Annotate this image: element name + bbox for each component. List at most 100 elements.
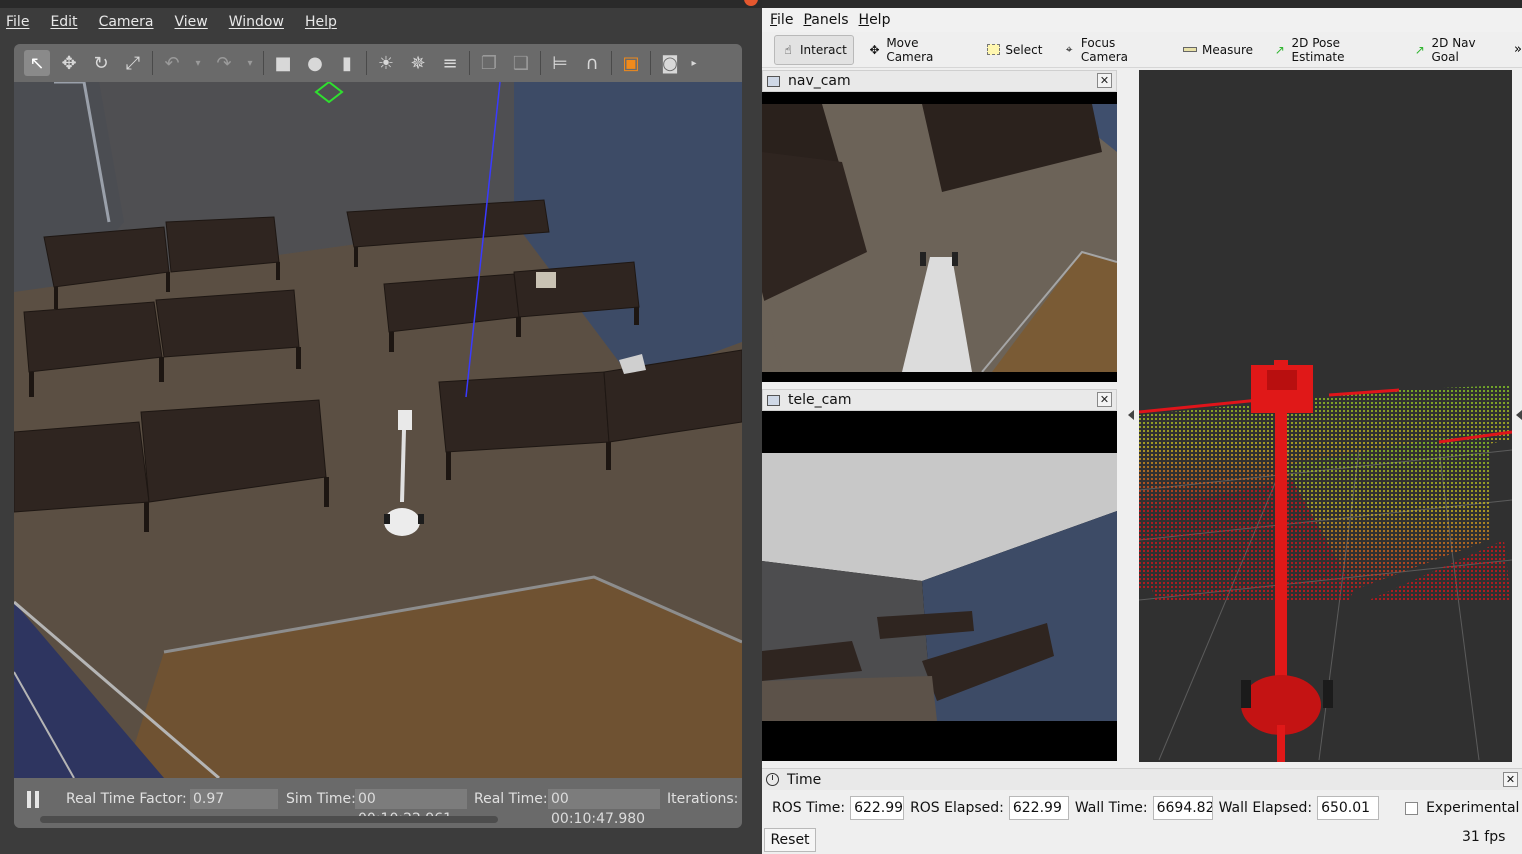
- close-icon[interactable]: ✕: [1097, 392, 1112, 407]
- menu-camera[interactable]: Camera: [99, 14, 154, 30]
- wall-time-label: Wall Time:: [1074, 800, 1148, 816]
- menu-edit[interactable]: Edit: [50, 14, 77, 30]
- tool-select[interactable]: Select: [980, 35, 1048, 65]
- hand-icon: ☝: [784, 42, 792, 57]
- ros-elapsed-label: ROS Elapsed:: [910, 800, 1004, 816]
- wall-elapsed-field[interactable]: 650.01: [1317, 796, 1380, 820]
- paste-icon[interactable]: ❑: [508, 50, 534, 76]
- pose-arrow-icon: ↗: [1274, 42, 1285, 57]
- menu-help[interactable]: Help: [305, 14, 337, 30]
- tool-move-camera[interactable]: ✥ Move Camera: [862, 35, 973, 65]
- tool-label: Interact: [800, 42, 847, 57]
- real-time-factor-value: 0.97: [190, 789, 278, 809]
- time-panel-title: Time: [787, 771, 822, 788]
- rviz-window: File Panels Help ☝ Interact ✥ Move Camer…: [762, 0, 1522, 854]
- rviz-title-strip: [762, 0, 1522, 8]
- horizontal-scrollbar[interactable]: [40, 816, 498, 823]
- pointcloud-render: [1139, 360, 1512, 762]
- nav-goal-icon: ↗: [1414, 42, 1425, 57]
- tele-cam-panel-header: tele_cam ✕: [762, 389, 1117, 411]
- scale-mode-icon[interactable]: ⤢: [120, 50, 146, 76]
- fps-readout: 31 fps: [1462, 829, 1506, 845]
- image-icon: [767, 394, 780, 406]
- nav-cam-image: [762, 92, 1117, 382]
- ros-elapsed-field[interactable]: 622.99: [1008, 796, 1069, 820]
- toolbar-divider: [263, 51, 264, 75]
- gazebo-menubar: File Edit Camera View Window Help: [0, 8, 762, 36]
- experimental-toggle[interactable]: Experimental: [1405, 800, 1519, 816]
- redo-icon[interactable]: ↷: [211, 50, 237, 76]
- gazebo-3d-viewport[interactable]: [14, 80, 742, 780]
- menu-file[interactable]: File: [6, 14, 29, 30]
- box-shape-icon[interactable]: ■: [270, 50, 296, 76]
- menu-view[interactable]: View: [175, 14, 208, 30]
- toolbar-more-button[interactable]: »: [1514, 42, 1522, 57]
- spot-light-icon[interactable]: ✵: [405, 50, 431, 76]
- tool-measure[interactable]: Measure: [1177, 35, 1259, 65]
- focus-camera-icon: ⌖: [1065, 42, 1073, 56]
- tool-interact[interactable]: ☝ Interact: [774, 34, 854, 65]
- toolbar-overflow-icon[interactable]: ▸: [689, 50, 699, 76]
- tool-label: Select: [1005, 42, 1043, 57]
- close-icon[interactable]: ✕: [1503, 772, 1518, 787]
- gazebo-window: File Edit Camera View Window Help ↖ ✥ ↻ …: [0, 0, 762, 854]
- ros-time-field[interactable]: 622.99: [850, 796, 905, 820]
- undo-dropdown-icon[interactable]: ▾: [191, 50, 205, 76]
- gazebo-statusbar: Real Time Factor: 0.97 Sim Time: 00 00:1…: [14, 778, 742, 828]
- directional-light-icon[interactable]: ≡: [437, 50, 463, 76]
- window-close-button[interactable]: [744, 0, 758, 6]
- tool-2d-nav-goal[interactable]: ↗ 2D Nav Goal: [1407, 35, 1510, 65]
- snap-icon[interactable]: ∩: [579, 50, 605, 76]
- move-camera-icon: ✥: [869, 42, 880, 57]
- translate-mode-icon[interactable]: ✥: [56, 50, 82, 76]
- classroom-scene: [14, 80, 742, 780]
- tool-focus-camera[interactable]: ⌖ Focus Camera: [1056, 35, 1169, 65]
- pause-icon[interactable]: [27, 791, 41, 808]
- close-icon[interactable]: ✕: [1097, 73, 1112, 88]
- image-icon: [767, 75, 780, 87]
- select-mode-icon[interactable]: ↖: [24, 50, 50, 76]
- redo-dropdown-icon[interactable]: ▾: [243, 50, 257, 76]
- sim-time-value: 00 00:10:22.961: [355, 789, 467, 827]
- toolbar-divider: [540, 51, 541, 75]
- reset-button[interactable]: Reset: [764, 828, 816, 852]
- left-dock-arrow-icon[interactable]: [1128, 410, 1134, 420]
- sphere-shape-icon[interactable]: ●: [302, 50, 328, 76]
- menu-window[interactable]: Window: [229, 14, 284, 30]
- cylinder-shape-icon[interactable]: ▮: [334, 50, 360, 76]
- gazebo-scene-frame: ↖ ✥ ↻ ⤢ ↶ ▾ ↷ ▾ ■ ● ▮ ☀ ✵ ≡ ❐ ❑ ⊨ ∩ ▣ ◙ …: [14, 44, 742, 828]
- rviz-toolbar: ☝ Interact ✥ Move Camera Select ⌖ Focus …: [762, 32, 1522, 68]
- real-time-label: Real Time:: [474, 791, 548, 807]
- align-icon[interactable]: ⊨: [547, 50, 573, 76]
- menu-panels[interactable]: Panels: [803, 12, 848, 28]
- clock-icon: [766, 773, 779, 786]
- gazebo-toolbar: ↖ ✥ ↻ ⤢ ↶ ▾ ↷ ▾ ■ ● ▮ ☀ ✵ ≡ ❐ ❑ ⊨ ∩ ▣ ◙ …: [14, 44, 742, 82]
- real-time-value: 00 00:10:47.980: [548, 789, 660, 827]
- real-time-factor-label: Real Time Factor:: [66, 791, 187, 807]
- tool-label: 2D Pose Estimate: [1291, 35, 1345, 64]
- experimental-checkbox[interactable]: [1405, 801, 1419, 815]
- screenshot-camera-icon[interactable]: ◙: [657, 50, 683, 76]
- nav-cam-view: [762, 92, 1117, 382]
- menu-file[interactable]: File: [770, 12, 793, 28]
- chair: [536, 272, 556, 288]
- rviz-3d-view[interactable]: [1139, 70, 1512, 762]
- tool-label: Measure: [1202, 42, 1254, 57]
- tele-cam-view: [762, 411, 1117, 761]
- nav-cam-title: nav_cam: [788, 73, 851, 89]
- right-dock-arrow-icon[interactable]: [1516, 410, 1522, 420]
- toolbar-divider: [469, 51, 470, 75]
- menu-help[interactable]: Help: [859, 12, 891, 28]
- copy-icon[interactable]: ❐: [476, 50, 502, 76]
- experimental-label: Experimental: [1426, 800, 1520, 816]
- rviz-menubar: File Panels Help: [762, 8, 1522, 32]
- tool-label: 2D Nav Goal: [1431, 35, 1476, 64]
- wall-time-field[interactable]: 6694.82: [1152, 796, 1213, 820]
- change-view-icon[interactable]: ▣: [618, 50, 644, 76]
- tele-cam-image: [762, 411, 1117, 761]
- ros-time-label: ROS Time:: [772, 800, 846, 816]
- rotate-mode-icon[interactable]: ↻: [88, 50, 114, 76]
- point-light-icon[interactable]: ☀: [373, 50, 399, 76]
- tool-2d-pose-estimate[interactable]: ↗ 2D Pose Estimate: [1267, 35, 1399, 65]
- undo-icon[interactable]: ↶: [159, 50, 185, 76]
